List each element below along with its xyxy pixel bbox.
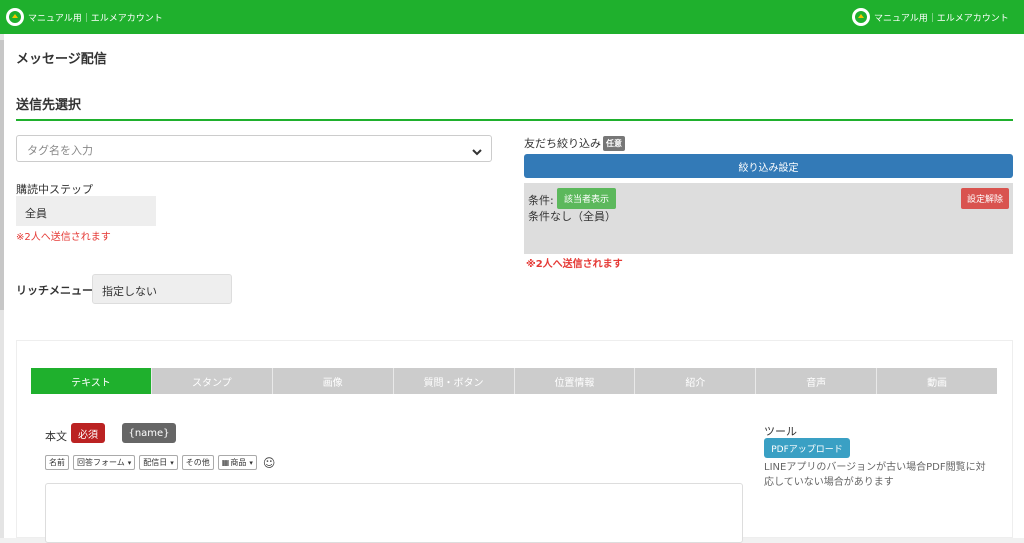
rich-menu-select[interactable]: 指定しない	[92, 274, 232, 304]
brand-right[interactable]: マニュアル用｜エルメアカウント	[852, 8, 1009, 26]
page-title: メッセージ配信	[16, 52, 107, 67]
account-logo-icon	[6, 8, 24, 26]
step-value: 全員	[25, 207, 47, 220]
caret-down-icon: ▾	[170, 458, 174, 467]
rich-menu-label: リッチメニュー	[16, 284, 93, 297]
tab-question-button[interactable]: 質問・ボタン	[393, 368, 515, 394]
caret-down-icon: ▾	[127, 458, 132, 467]
filter-warning: ※2人へ送信されます	[526, 259, 623, 270]
tab-video[interactable]: 動画	[877, 368, 997, 394]
delivery-date-dropdown[interactable]: 配信日 ▾	[139, 455, 178, 470]
tab-stamp[interactable]: スタンプ	[151, 368, 273, 394]
message-body-textarea[interactable]	[45, 483, 743, 543]
condition-label: 条件:	[528, 194, 554, 207]
answer-form-dropdown[interactable]: 回答フォーム ▾	[73, 455, 136, 470]
show-matches-button[interactable]: 該当者表示	[557, 188, 617, 209]
tag-select[interactable]: タグ名を入力	[16, 135, 492, 162]
tools-label: ツール	[764, 425, 797, 438]
step-warning: ※2人へ送信されます	[16, 232, 111, 243]
product-dropdown[interactable]: ▦ 商品 ▾	[217, 455, 257, 470]
smiley-icon[interactable]: ☺	[263, 456, 276, 470]
name-variable-button[interactable]: {name}	[122, 423, 176, 443]
section-divider	[16, 119, 1013, 121]
filter-settings-button[interactable]: 絞り込み設定	[524, 154, 1013, 178]
other-button[interactable]: その他	[181, 455, 214, 470]
insert-name-button[interactable]: 名前	[45, 455, 69, 470]
tab-text[interactable]: テキスト	[31, 368, 152, 394]
grid-icon: ▦	[221, 458, 230, 467]
condition-box: 条件: 該当者表示 設定解除 条件なし（全員）	[524, 183, 1013, 254]
pdf-upload-button[interactable]: PDFアップロード	[764, 438, 850, 458]
brand-left[interactable]: マニュアル用｜エルメアカウント	[6, 8, 163, 26]
filter-label: 友だち絞り込み	[524, 137, 601, 150]
caret-down-icon: ▾	[249, 458, 253, 467]
optional-badge: 任意	[603, 136, 625, 151]
brand-label-right: マニュアル用｜エルメアカウント	[874, 13, 1009, 24]
tab-introduction[interactable]: 紹介	[635, 368, 757, 394]
tab-audio[interactable]: 音声	[756, 368, 878, 394]
brand-label-left: マニュアル用｜エルメアカウント	[28, 13, 163, 24]
required-badge: 必須	[71, 423, 105, 443]
section-title: 送信先選択	[16, 98, 82, 113]
message-type-tabs: テキスト スタンプ 画像 質問・ボタン 位置情報 紹介 音声 動画	[31, 368, 997, 394]
rich-menu-value: 指定しない	[102, 285, 157, 298]
step-select[interactable]: 全員	[16, 196, 156, 226]
tab-image[interactable]: 画像	[272, 368, 394, 394]
editor-toolbar: 名前 回答フォーム ▾ 配信日 ▾ その他 ▦ 商品 ▾ ☺	[45, 455, 275, 470]
account-logo-icon	[852, 8, 870, 26]
tag-select-placeholder: タグ名を入力	[27, 144, 93, 157]
pdf-note: LINEアプリのバージョンが古い場合PDF閲覧に対応していない場合があります	[764, 462, 986, 488]
clear-filter-button[interactable]: 設定解除	[960, 188, 1009, 209]
step-label: 購読中ステップ	[16, 183, 93, 196]
top-bar: マニュアル用｜エルメアカウント マニュアル用｜エルメアカウント	[0, 0, 1024, 34]
tab-location[interactable]: 位置情報	[514, 368, 636, 394]
chevron-down-icon	[471, 143, 483, 162]
body-label: 本文	[45, 430, 67, 443]
condition-text: 条件なし（全員）	[528, 210, 616, 223]
